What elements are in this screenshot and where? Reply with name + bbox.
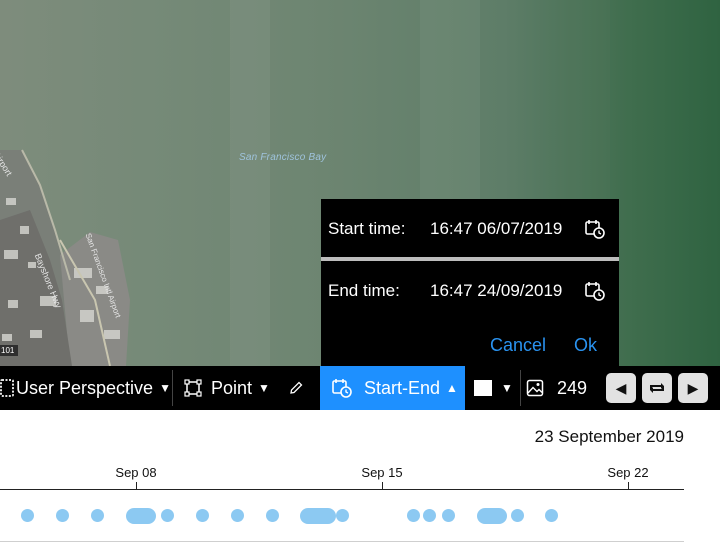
end-time-value[interactable]: 16:47 24/09/2019 [430, 281, 578, 301]
timeline-tick [382, 482, 383, 490]
timeline-tick-label: Sep 15 [361, 465, 403, 480]
geometry-dropdown[interactable]: Point ▼ [184, 366, 276, 410]
time-mode-label: Start-End [364, 377, 441, 398]
timeline-tick-label: Sep 22 [607, 465, 649, 480]
timeline-event-cluster[interactable] [477, 508, 507, 524]
end-time-label: End time: [328, 281, 400, 300]
current-date: 23 September 2019 [534, 427, 684, 446]
timeline-tick [628, 482, 629, 490]
calendar-clock-icon [332, 379, 352, 398]
timeline-event-dot[interactable] [407, 509, 420, 522]
timeline-tick [136, 482, 137, 490]
image-count-value: 249 [557, 377, 588, 398]
geometry-label: Point [211, 377, 253, 398]
point-select-icon [184, 379, 202, 397]
start-time-value[interactable]: 16:47 06/07/2019 [430, 219, 578, 239]
perspective-icon [0, 379, 14, 397]
image-count[interactable]: 249 [526, 366, 602, 410]
timeline-event-cluster[interactable] [300, 508, 336, 524]
timeline-event-dot[interactable] [336, 509, 349, 522]
time-range-popup: Start time: 16:47 06/07/2019 End time: 1… [321, 199, 619, 366]
loop-icon [650, 383, 664, 393]
timeline-event-dot[interactable] [56, 509, 69, 522]
time-mode-dropdown[interactable]: Start-End ▲ [320, 366, 465, 410]
timeline-event-dot[interactable] [442, 509, 455, 522]
pencil-icon [290, 381, 303, 394]
timeline-axis [0, 489, 684, 490]
highway-shield: 101 [1, 346, 15, 355]
timeline[interactable]: 23 September 2019 Sep 08 Sep 15 Sep 22 [0, 410, 720, 552]
chevron-down-icon: ▼ [159, 381, 171, 395]
start-time-row[interactable]: Start time: 16:47 06/07/2019 [321, 199, 619, 257]
start-time-label: Start time: [328, 219, 406, 238]
color-dropdown[interactable]: ▼ [474, 366, 518, 410]
chevron-up-icon: ▲ [446, 381, 458, 395]
image-icon [526, 379, 544, 397]
timeline-event-dot[interactable] [196, 509, 209, 522]
end-time-row[interactable]: End time: 16:47 24/09/2019 [321, 261, 619, 319]
edit-button[interactable] [289, 366, 307, 410]
previous-button[interactable]: ◀ [606, 373, 636, 403]
chevron-down-icon: ▼ [501, 381, 513, 395]
loop-button[interactable] [642, 373, 672, 403]
triangle-right-icon: ▶ [687, 379, 699, 396]
color-swatch [474, 380, 492, 396]
timeline-event-dot[interactable] [91, 509, 104, 522]
timeline-event-dot[interactable] [511, 509, 524, 522]
timeline-event-dot[interactable] [545, 509, 558, 522]
timeline-tick-label: Sep 08 [115, 465, 157, 480]
chevron-down-icon: ▼ [258, 381, 270, 395]
triangle-left-icon: ◀ [615, 379, 627, 396]
ok-button[interactable]: Ok [574, 335, 597, 356]
toolbar-divider [172, 370, 173, 406]
user-perspective-label: User Perspective [16, 377, 154, 398]
timeline-event-dot[interactable] [266, 509, 279, 522]
calendar-clock-icon[interactable] [585, 281, 605, 301]
timeline-event-dot[interactable] [423, 509, 436, 522]
cancel-button[interactable]: Cancel [490, 335, 546, 356]
timeline-event-cluster[interactable] [126, 508, 156, 524]
timeline-bottom-border [0, 541, 684, 542]
toolbar: User Perspective ▼ Point ▼ Start-End ▲ ▼… [0, 366, 720, 410]
timeline-event-dot[interactable] [231, 509, 244, 522]
next-button[interactable]: ▶ [678, 373, 708, 403]
timeline-event-dot[interactable] [161, 509, 174, 522]
toolbar-divider [520, 370, 521, 406]
calendar-clock-icon[interactable] [585, 219, 605, 239]
timeline-event-dot[interactable] [21, 509, 34, 522]
user-perspective-dropdown[interactable]: User Perspective ▼ [0, 366, 171, 410]
bay-label: San Francisco Bay [239, 152, 327, 163]
